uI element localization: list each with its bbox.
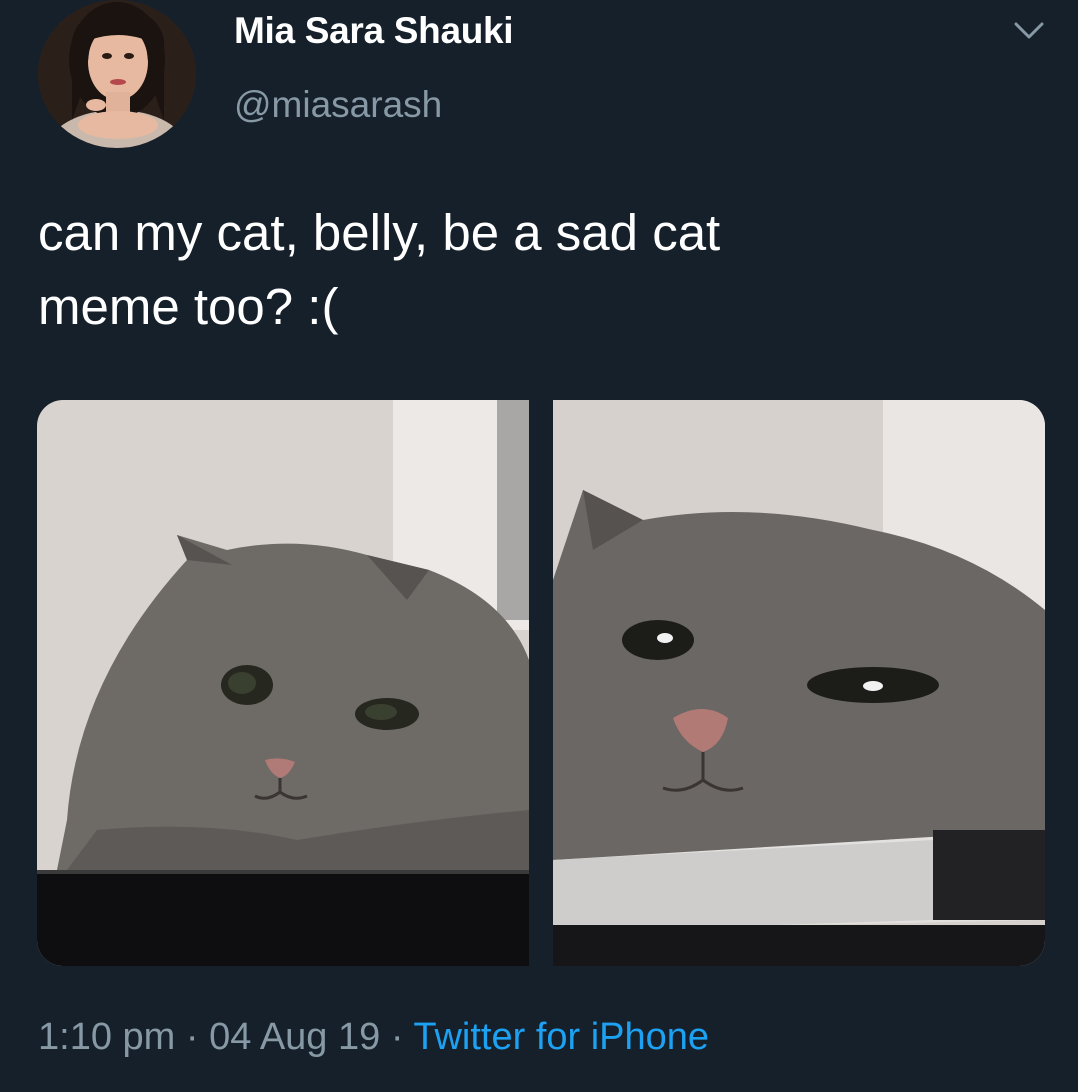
avatar[interactable]	[38, 0, 196, 148]
tweet-text-line-2: meme too? :(	[38, 278, 339, 335]
media-photo-2[interactable]	[553, 400, 1045, 966]
tweet-text-line-1: can my cat, belly, be a sad cat	[38, 204, 721, 261]
meta-separator: ·	[390, 1016, 404, 1058]
tweet-time[interactable]: 1:10 pm	[38, 1016, 175, 1058]
media-photo-1[interactable]	[37, 400, 529, 966]
tweet-text: can my cat, belly, be a sad cat meme too…	[38, 196, 1028, 344]
tweet-source-link[interactable]: Twitter for iPhone	[413, 1016, 709, 1058]
tweet-card: Mia Sara Shauki @miasarash can my cat, b…	[0, 0, 1078, 1092]
sad-cat-photo-2-icon	[553, 400, 1045, 966]
meta-separator: ·	[185, 1016, 199, 1058]
chevron-down-icon[interactable]	[1012, 18, 1046, 44]
profile-photo-icon	[38, 0, 196, 148]
media-grid	[37, 400, 1045, 966]
sad-cat-photo-1-icon	[37, 400, 529, 966]
tweet-meta: 1:10 pm · 04 Aug 19 · Twitter for iPhone	[38, 1016, 709, 1059]
display-name[interactable]: Mia Sara Shauki	[234, 10, 514, 52]
user-handle[interactable]: @miasarash	[234, 84, 442, 126]
tweet-date[interactable]: 04 Aug 19	[209, 1016, 380, 1058]
